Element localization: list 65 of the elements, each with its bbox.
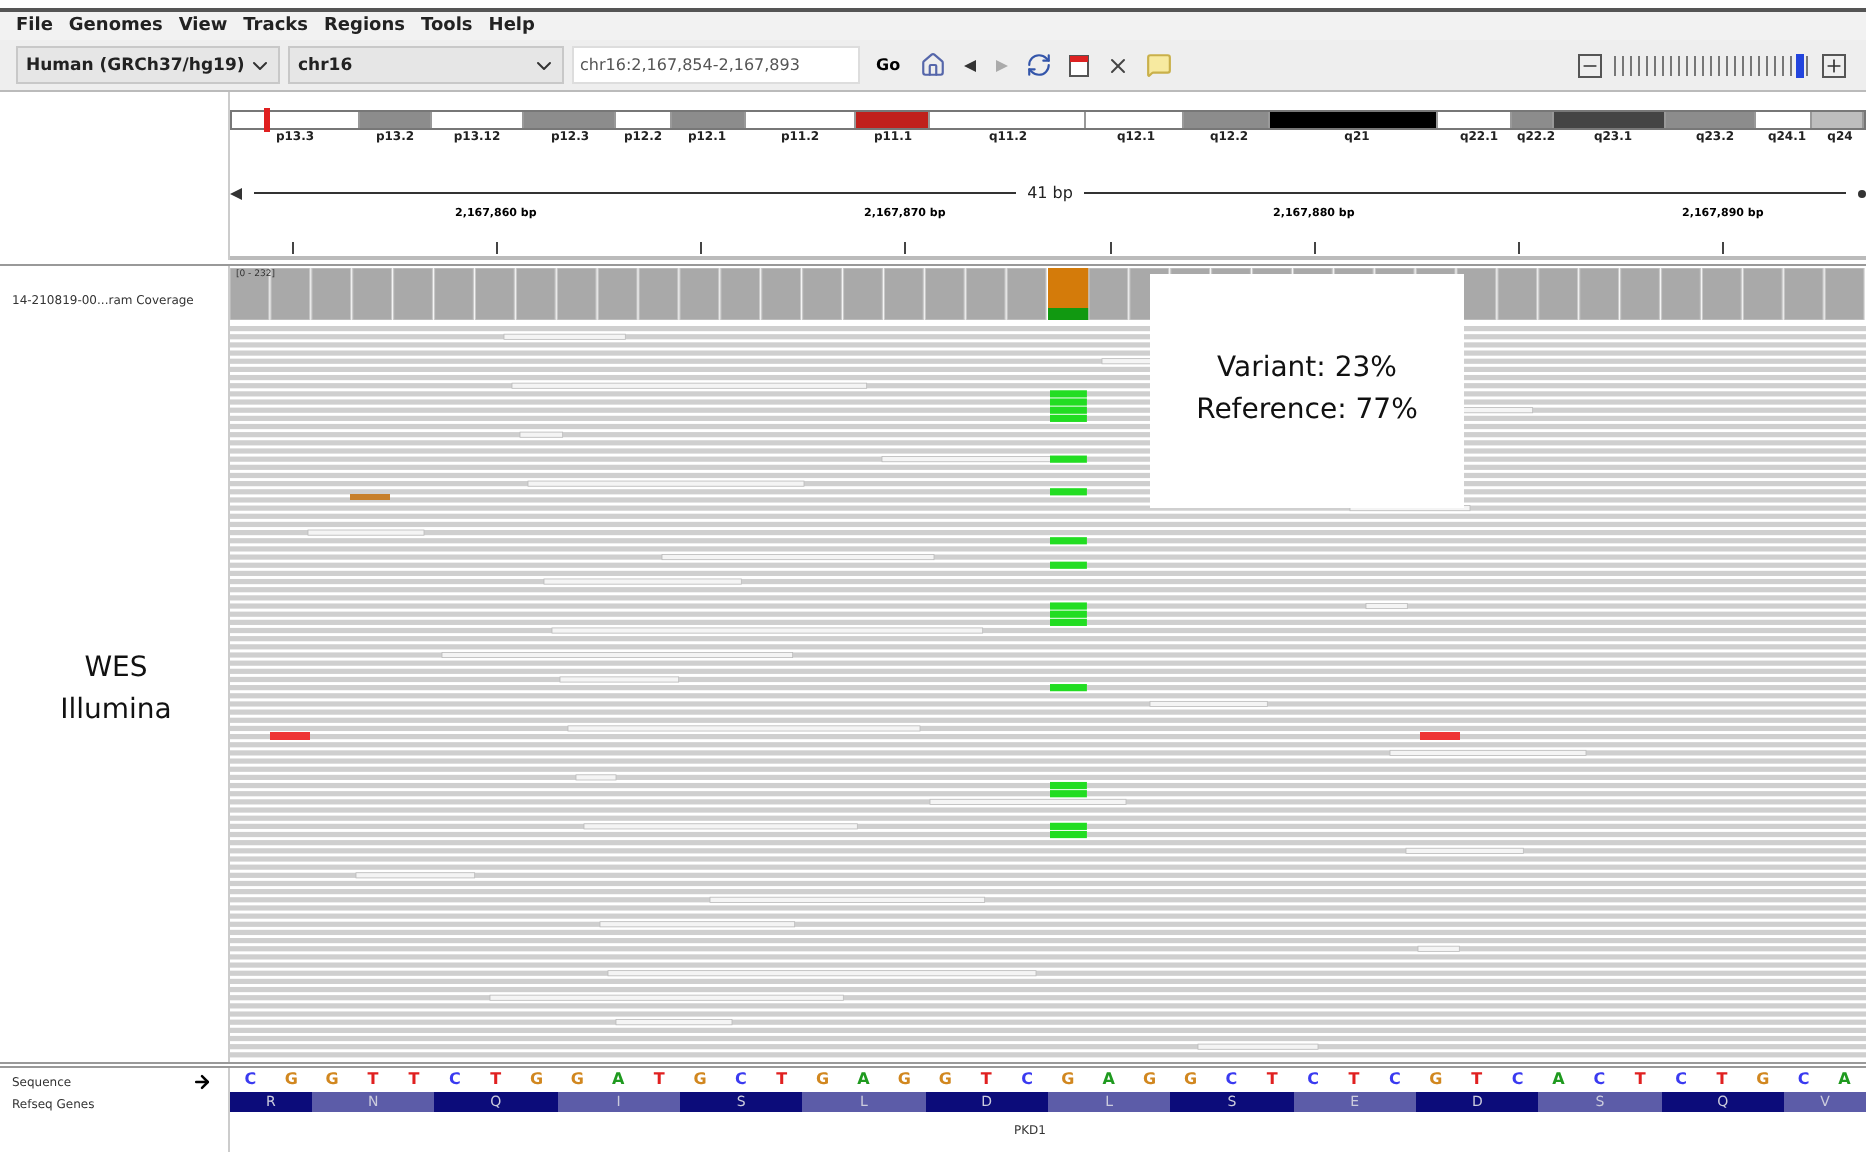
- sequence-base: C: [1591, 1070, 1608, 1089]
- sequence-base: A: [1836, 1070, 1853, 1089]
- menu-item[interactable]: Genomes: [68, 16, 163, 37]
- sequence-base: C: [446, 1070, 463, 1089]
- sequence-base: A: [1100, 1070, 1117, 1089]
- sequence-base: A: [855, 1070, 872, 1089]
- sequence-base: T: [1346, 1070, 1362, 1089]
- sequence-base: C: [1673, 1070, 1689, 1089]
- sequence-base: G: [936, 1070, 954, 1089]
- sequence-base: C: [1795, 1070, 1812, 1089]
- zoom-in-icon[interactable]: [1818, 53, 1850, 78]
- sequence-base: T: [1714, 1070, 1730, 1089]
- sequence-base: G: [1181, 1070, 1200, 1089]
- sequence-base: T: [488, 1070, 504, 1089]
- current-region-marker: [264, 107, 270, 132]
- sequence-base: T: [774, 1070, 790, 1089]
- span-length: 41 bp: [1027, 184, 1073, 203]
- genome-dropdown[interactable]: Human (GRCh37/hg19): [16, 46, 280, 85]
- annotation-text: Reference: 77%: [1196, 392, 1418, 431]
- sequence-base: A: [1550, 1070, 1567, 1089]
- sequence-base: C: [242, 1070, 259, 1089]
- sequence-base: A: [610, 1070, 627, 1089]
- sequence-base: G: [814, 1070, 832, 1089]
- region-icon[interactable]: [1064, 53, 1095, 78]
- sequence-base: C: [1509, 1070, 1526, 1089]
- menu-item[interactable]: Tracks: [243, 16, 308, 37]
- chromosome-dropdown[interactable]: chr16: [288, 46, 564, 85]
- annotation-text: Variant: 23%: [1217, 350, 1397, 389]
- sequence-base: T: [365, 1070, 381, 1089]
- sequence-base: T: [978, 1070, 994, 1089]
- sequence-base: G: [691, 1070, 709, 1089]
- menu-item[interactable]: View: [178, 16, 228, 37]
- zoom-slider-thumb[interactable]: [1796, 53, 1805, 78]
- left-arrow-icon: [230, 187, 242, 200]
- sequence-base: C: [733, 1070, 749, 1089]
- menu-item[interactable]: Help: [488, 16, 535, 37]
- sequence-base: G: [1141, 1070, 1159, 1089]
- chromosome-ideogram[interactable]: [230, 109, 1866, 130]
- zoom-out-icon[interactable]: [1574, 53, 1606, 78]
- sequence-base: T: [1632, 1070, 1648, 1089]
- menu-item[interactable]: File: [16, 16, 53, 37]
- annotation-text: Illumina: [60, 691, 172, 730]
- sequence-base: C: [1387, 1070, 1403, 1089]
- sequence-base: T: [406, 1070, 422, 1089]
- locus-field[interactable]: chr16:2,167,854-2,167,893: [572, 46, 860, 85]
- go-button[interactable]: Go: [868, 56, 909, 75]
- menu-item[interactable]: Tools: [421, 16, 473, 37]
- sequence-base: C: [1019, 1070, 1035, 1089]
- sequence-base: G: [323, 1070, 341, 1089]
- sequence-base: G: [282, 1070, 300, 1089]
- sequence-base: G: [1427, 1070, 1445, 1089]
- sequence-base: G: [1059, 1070, 1077, 1089]
- sequence-base: C: [1223, 1070, 1240, 1089]
- menu-item[interactable]: Regions: [324, 16, 406, 37]
- sequence-base: C: [1305, 1070, 1322, 1089]
- sequence-base: G: [568, 1070, 586, 1089]
- sequence-base: T: [1469, 1070, 1485, 1089]
- annotation-text: WES: [84, 649, 148, 688]
- right-end-icon: [1858, 189, 1866, 198]
- sequence-base: T: [651, 1070, 667, 1089]
- sequence-base: T: [1264, 1070, 1280, 1089]
- strand-arrow-icon[interactable]: [192, 1071, 212, 1092]
- sequence-base: G: [527, 1070, 546, 1089]
- sequence-base: G: [895, 1070, 913, 1089]
- sequence-base: G: [1754, 1070, 1772, 1089]
